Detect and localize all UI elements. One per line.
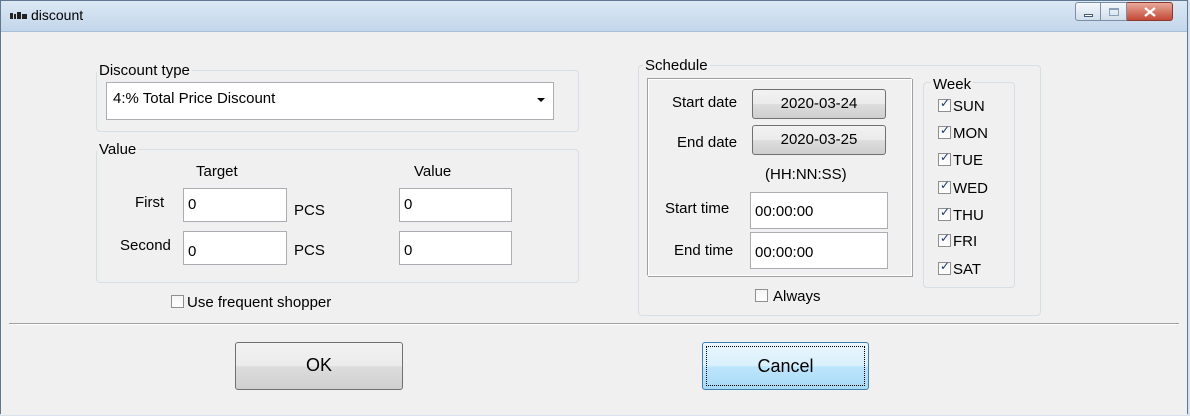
window-title: discount — [31, 7, 84, 23]
close-button[interactable] — [1127, 2, 1173, 21]
ok-button[interactable]: OK — [235, 342, 403, 390]
week-sat-checkbox[interactable] — [938, 259, 951, 275]
use-frequent-shopper-label[interactable]: Use frequent shopper — [187, 294, 331, 311]
discount-window: discount Discount type 4:% Total Price D… — [0, 0, 1188, 415]
week-sun-checkbox[interactable] — [938, 96, 951, 112]
first-unit-label: PCS — [294, 202, 325, 219]
second-label: Second — [120, 237, 171, 254]
week-mon-label[interactable]: MON — [953, 125, 988, 142]
week-sun-label[interactable]: SUN — [953, 98, 985, 115]
second-target-input[interactable]: 0 — [183, 231, 287, 265]
close-icon — [1144, 7, 1156, 17]
discount-type-value: 4:% Total Price Discount — [113, 90, 276, 107]
always-checkbox[interactable] — [755, 289, 768, 302]
week-wed-label[interactable]: WED — [953, 180, 988, 197]
week-sat-label[interactable]: SAT — [953, 261, 981, 278]
discount-type-select[interactable]: 4:% Total Price Discount — [106, 82, 554, 120]
schedule-legend: Schedule — [643, 57, 710, 74]
chevron-down-icon — [537, 98, 545, 102]
second-value-input[interactable]: 0 — [399, 231, 512, 265]
end-time-label: End time — [674, 242, 734, 259]
window-controls — [1075, 2, 1173, 21]
start-date-button[interactable]: 2020-03-24 — [752, 89, 886, 119]
start-time-input[interactable]: 00:00:00 — [750, 192, 888, 229]
week-thu-checkbox[interactable] — [938, 205, 951, 221]
first-value-input[interactable]: 0 — [399, 188, 512, 222]
value-legend: Value — [97, 141, 139, 158]
end-date-button[interactable]: 2020-03-25 — [752, 125, 886, 155]
always-label[interactable]: Always — [773, 288, 821, 305]
start-time-label: Start time — [665, 200, 730, 217]
maximize-icon — [1109, 8, 1119, 16]
week-legend: Week — [931, 76, 974, 93]
value-header: Value — [414, 163, 452, 180]
minimize-icon — [1084, 14, 1093, 17]
button-separator — [9, 323, 1179, 325]
week-thu-label[interactable]: THU — [953, 207, 984, 224]
target-header: Target — [196, 163, 238, 180]
dialog-client: Discount type 4:% Total Price Discount V… — [1, 32, 1187, 415]
week-tue-label[interactable]: TUE — [953, 152, 983, 169]
first-label: First — [135, 194, 165, 211]
week-wed-checkbox[interactable] — [938, 178, 951, 194]
minimize-button[interactable] — [1075, 2, 1101, 21]
second-unit-label: PCS — [294, 242, 325, 259]
week-tue-checkbox[interactable] — [938, 150, 951, 166]
first-target-input[interactable]: 0 — [183, 188, 287, 222]
start-date-label: Start date — [672, 94, 738, 111]
week-fri-label[interactable]: FRI — [953, 233, 977, 250]
title-bar[interactable]: discount — [1, 1, 1187, 32]
week-fri-checkbox[interactable] — [938, 231, 951, 247]
end-time-input[interactable]: 00:00:00 — [750, 232, 888, 269]
time-format-hint: (HH:NN:SS) — [765, 166, 847, 183]
maximize-button[interactable] — [1101, 2, 1127, 21]
cancel-button[interactable]: Cancel — [702, 342, 869, 390]
discount-type-legend: Discount type — [97, 62, 192, 79]
use-frequent-shopper-checkbox[interactable] — [171, 295, 184, 308]
app-icon — [10, 12, 27, 19]
end-date-label: End date — [677, 134, 738, 151]
week-mon-checkbox[interactable] — [938, 123, 951, 139]
